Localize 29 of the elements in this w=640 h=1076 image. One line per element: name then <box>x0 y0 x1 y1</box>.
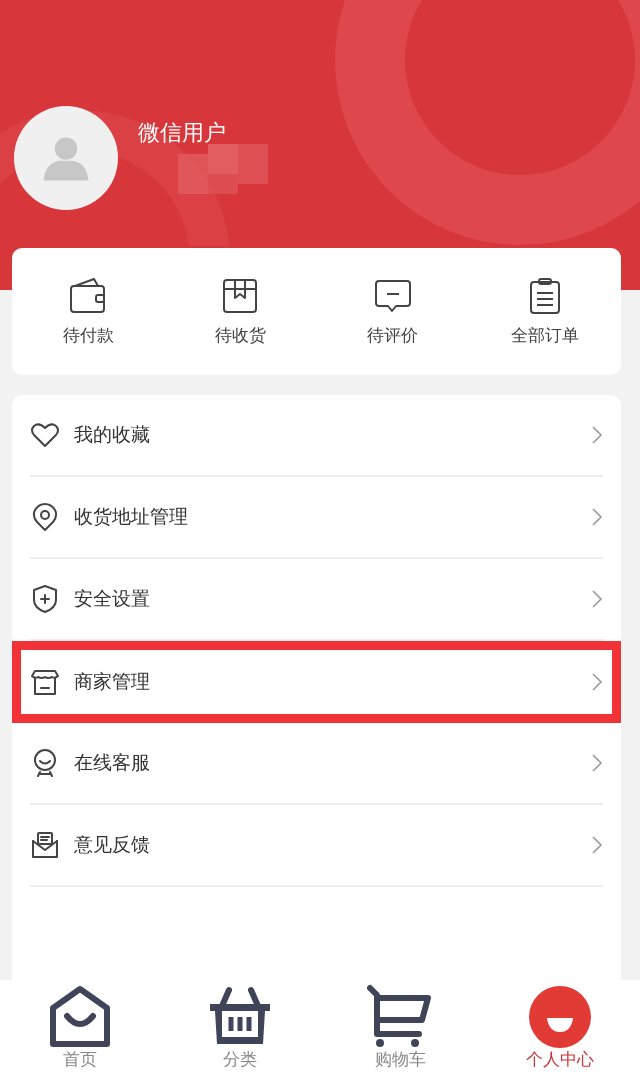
menu-item[interactable]: 商家管理 <box>30 650 603 714</box>
smiley-icon <box>527 984 593 1050</box>
tab-item[interactable]: 分类 <box>160 980 320 1076</box>
menu-item[interactable]: 我的收藏 <box>30 395 603 475</box>
chevron-right-icon <box>591 672 603 692</box>
shopping-cart-icon <box>367 984 433 1050</box>
menu-item[interactable]: 意见反馈 <box>30 805 603 885</box>
menu-item[interactable]: 安全设置 <box>30 559 603 639</box>
order-shortcut[interactable]: 待评价 <box>316 276 469 347</box>
tab-item[interactable]: 个人中心 <box>480 980 640 1076</box>
chevron-right-icon <box>591 835 603 855</box>
location-pin-icon <box>30 502 60 532</box>
tab-item[interactable]: 首页 <box>0 980 160 1076</box>
menu-item[interactable]: 在线客服 <box>30 723 603 803</box>
shield-icon <box>30 584 60 614</box>
chevron-right-icon <box>591 589 603 609</box>
envelope-icon <box>30 830 60 860</box>
heart-icon <box>30 420 60 450</box>
house-icon <box>47 984 113 1050</box>
chevron-right-icon <box>591 425 603 445</box>
menu-item[interactable]: 收货地址管理 <box>30 477 603 557</box>
chevron-right-icon <box>591 507 603 527</box>
store-icon <box>30 667 60 697</box>
tab-item[interactable]: 购物车 <box>320 980 480 1076</box>
order-shortcut[interactable]: 待收货 <box>164 276 317 347</box>
user-name: 微信用户 <box>138 119 227 147</box>
chevron-right-icon <box>591 753 603 773</box>
order-shortcut[interactable]: 待付款 <box>12 276 165 347</box>
order-shortcut[interactable]: 全部订单 <box>468 276 621 347</box>
